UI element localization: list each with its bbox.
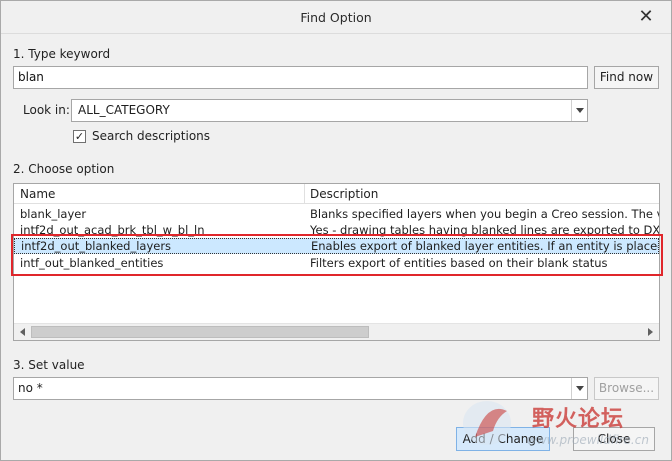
option-name: blank_layer [20,207,87,221]
option-name: intf2d_out_acad_brk_tbl_w_bl_ln [20,223,205,237]
look-in-value: ALL_CATEGORY [78,103,170,117]
option-description: Yes - drawing tables having blanked line… [310,223,659,237]
scroll-right-icon[interactable] [642,324,659,340]
column-header-description[interactable]: Description [310,187,378,201]
option-name: intf_out_blanked_entities [20,256,164,270]
horizontal-scrollbar[interactable] [14,323,659,340]
look-in-label: Look in: [23,103,70,117]
section-choose-option-label: 2. Choose option [13,162,115,176]
column-header-name[interactable]: Name [20,187,55,201]
list-header: Name Description [14,184,659,204]
chevron-down-icon[interactable] [571,100,587,121]
close-button[interactable]: Close [573,427,655,451]
list-item[interactable]: intf2d_out_acad_brk_tbl_w_bl_ln Yes - dr… [14,222,659,238]
add-change-button[interactable]: Add / Change [456,427,550,451]
option-description: Filters export of entities based on thei… [310,256,608,270]
scroll-left-icon[interactable] [14,324,31,340]
look-in-select[interactable]: ALL_CATEGORY [71,99,588,122]
list-item[interactable]: blank_layer Blanks specified layers when… [14,206,659,222]
option-description: Blanks specified layers when you begin a… [310,207,659,221]
dialog-title: Find Option [300,10,372,25]
scrollbar-thumb[interactable] [31,326,369,338]
column-divider[interactable] [304,184,305,204]
find-now-button[interactable]: Find now [594,66,659,89]
keyword-input[interactable]: blan [13,66,588,89]
find-option-dialog: Find Option ✕ 1. Type keyword blan Find … [0,0,672,461]
browse-button[interactable]: Browse... [594,377,659,400]
chevron-down-icon[interactable] [571,378,587,399]
search-descriptions-label: Search descriptions [92,129,211,143]
options-list[interactable]: Name Description blank_layer Blanks spec… [13,183,660,341]
set-value-select[interactable]: no * [13,377,588,400]
section-type-keyword-label: 1. Type keyword [13,47,111,61]
title-bar: Find Option ✕ [1,1,671,34]
set-value-value: no * [18,381,43,395]
option-name: intf2d_out_blanked_layers [21,239,172,253]
option-description: Enables export of blanked layer entities… [311,239,658,253]
list-item-selected[interactable]: intf2d_out_blanked_layers Enables export… [14,238,659,254]
close-icon[interactable]: ✕ [635,6,657,28]
section-set-value-label: 3. Set value [13,358,85,372]
search-descriptions-checkbox[interactable]: ✓ [73,130,86,143]
list-item[interactable]: intf_out_blanked_entities Filters export… [14,255,659,271]
